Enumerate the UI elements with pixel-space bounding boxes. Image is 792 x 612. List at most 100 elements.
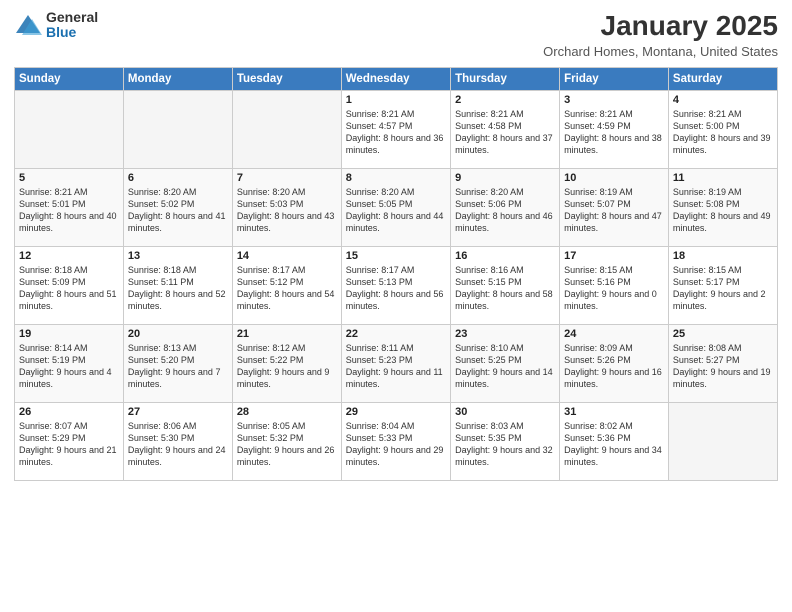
header-thursday: Thursday <box>451 68 560 91</box>
day-number: 28 <box>237 406 337 418</box>
header-sunday: Sunday <box>15 68 124 91</box>
calendar-day-cell: 29Sunrise: 8:04 AMSunset: 5:33 PMDayligh… <box>341 403 450 481</box>
day-info: Sunrise: 8:20 AMSunset: 5:05 PMDaylight:… <box>346 186 446 235</box>
calendar-page: General Blue January 2025 Orchard Homes,… <box>0 0 792 612</box>
day-info: Sunrise: 8:21 AMSunset: 5:01 PMDaylight:… <box>19 186 119 235</box>
day-number: 3 <box>564 94 664 106</box>
weekday-header-row: Sunday Monday Tuesday Wednesday Thursday… <box>15 68 778 91</box>
day-number: 23 <box>455 328 555 340</box>
day-number: 5 <box>19 172 119 184</box>
day-number: 14 <box>237 250 337 262</box>
header-tuesday: Tuesday <box>232 68 341 91</box>
calendar-day-cell: 10Sunrise: 8:19 AMSunset: 5:07 PMDayligh… <box>560 169 669 247</box>
day-info: Sunrise: 8:18 AMSunset: 5:09 PMDaylight:… <box>19 264 119 313</box>
calendar-day-cell <box>232 91 341 169</box>
day-number: 17 <box>564 250 664 262</box>
calendar-day-cell: 18 Sunrise: 8:15 AMSunset: 5:17 PMDayligh… <box>668 247 777 325</box>
day-number: 13 <box>128 250 228 262</box>
calendar-day-cell: 3Sunrise: 8:21 AMSunset: 4:59 PMDaylight… <box>560 91 669 169</box>
calendar-day-cell: 23 Sunrise: 8:10 AMSunset: 5:25 PMDayligh… <box>451 325 560 403</box>
day-number: 12 <box>19 250 119 262</box>
logo-blue-text: Blue <box>46 25 98 40</box>
day-number: 30 <box>455 406 555 418</box>
calendar-week-row-1: 1Sunrise: 8:21 AMSunset: 4:57 PMDaylight… <box>15 91 778 169</box>
day-info: Sunrise: 8:20 AMSunset: 5:06 PMDaylight:… <box>455 186 555 235</box>
day-number: 10 <box>564 172 664 184</box>
calendar-day-cell: 8 Sunrise: 8:20 AMSunset: 5:05 PMDaylight… <box>341 169 450 247</box>
day-number: 20 <box>128 328 228 340</box>
day-info: Sunrise: 8:21 AMSunset: 4:58 PMDaylight:… <box>455 108 555 157</box>
calendar-day-cell: 7 Sunrise: 8:20 AMSunset: 5:03 PMDaylight… <box>232 169 341 247</box>
day-info: Sunrise: 8:12 AMSunset: 5:22 PMDaylight:… <box>237 342 337 391</box>
day-number: 25 <box>673 328 773 340</box>
location-text: Orchard Homes, Montana, United States <box>543 44 778 59</box>
day-info: Sunrise: 8:20 AMSunset: 5:02 PMDaylight:… <box>128 186 228 235</box>
day-number: 7 <box>237 172 337 184</box>
header-monday: Monday <box>123 68 232 91</box>
day-number: 8 <box>346 172 446 184</box>
calendar-day-cell <box>15 91 124 169</box>
title-block: January 2025 Orchard Homes, Montana, Uni… <box>543 10 778 59</box>
calendar-day-cell: 22Sunrise: 8:11 AMSunset: 5:23 PMDayligh… <box>341 325 450 403</box>
calendar-day-cell: 13Sunrise: 8:18 AMSunset: 5:11 PMDayligh… <box>123 247 232 325</box>
calendar-day-cell: 2 Sunrise: 8:21 AMSunset: 4:58 PMDaylight… <box>451 91 560 169</box>
calendar-day-cell: 17 Sunrise: 8:15 AMSunset: 5:16 PMDayligh… <box>560 247 669 325</box>
day-info: Sunrise: 8:20 AMSunset: 5:03 PMDaylight:… <box>237 186 337 235</box>
calendar-day-cell: 27Sunrise: 8:06 AMSunset: 5:30 PMDayligh… <box>123 403 232 481</box>
day-info: Sunrise: 8:19 AMSunset: 5:08 PMDaylight:… <box>673 186 773 235</box>
day-number: 1 <box>346 94 446 106</box>
day-info: Sunrise: 8:04 AMSunset: 5:33 PMDaylight:… <box>346 420 446 469</box>
day-info: Sunrise: 8:08 AMSunset: 5:27 PMDaylight:… <box>673 342 773 391</box>
calendar-day-cell: 12 Sunrise: 8:18 AMSunset: 5:09 PMDayligh… <box>15 247 124 325</box>
day-info: Sunrise: 8:21 AMSunset: 5:00 PMDaylight:… <box>673 108 773 157</box>
day-info: Sunrise: 8:10 AMSunset: 5:25 PMDaylight:… <box>455 342 555 391</box>
header-wednesday: Wednesday <box>341 68 450 91</box>
day-info: Sunrise: 8:13 AMSunset: 5:20 PMDaylight:… <box>128 342 228 391</box>
day-info: Sunrise: 8:03 AMSunset: 5:35 PMDaylight:… <box>455 420 555 469</box>
calendar-week-row-5: 26Sunrise: 8:07 AMSunset: 5:29 PMDayligh… <box>15 403 778 481</box>
day-info: Sunrise: 8:07 AMSunset: 5:29 PMDaylight:… <box>19 420 119 469</box>
calendar-day-cell: 28 Sunrise: 8:05 AMSunset: 5:32 PMDayligh… <box>232 403 341 481</box>
day-number: 6 <box>128 172 228 184</box>
calendar-week-row-3: 12 Sunrise: 8:18 AMSunset: 5:09 PMDayligh… <box>15 247 778 325</box>
calendar-day-cell: 11 Sunrise: 8:19 AMSunset: 5:08 PMDayligh… <box>668 169 777 247</box>
calendar-day-cell: 30 Sunrise: 8:03 AMSunset: 5:35 PMDayligh… <box>451 403 560 481</box>
header-friday: Friday <box>560 68 669 91</box>
day-number: 16 <box>455 250 555 262</box>
header-saturday: Saturday <box>668 68 777 91</box>
day-number: 27 <box>128 406 228 418</box>
day-info: Sunrise: 8:16 AMSunset: 5:15 PMDaylight:… <box>455 264 555 313</box>
calendar-day-cell: 21Sunrise: 8:12 AMSunset: 5:22 PMDayligh… <box>232 325 341 403</box>
day-number: 18 <box>673 250 773 262</box>
calendar-day-cell: 16 Sunrise: 8:16 AMSunset: 5:15 PMDayligh… <box>451 247 560 325</box>
logo-general-text: General <box>46 10 98 25</box>
calendar-day-cell: 14Sunrise: 8:17 AMSunset: 5:12 PMDayligh… <box>232 247 341 325</box>
calendar-day-cell: 4 Sunrise: 8:21 AMSunset: 5:00 PMDaylight… <box>668 91 777 169</box>
page-header: General Blue January 2025 Orchard Homes,… <box>14 10 778 59</box>
month-title: January 2025 <box>543 10 778 42</box>
day-info: Sunrise: 8:17 AMSunset: 5:13 PMDaylight:… <box>346 264 446 313</box>
day-number: 22 <box>346 328 446 340</box>
calendar-day-cell: 9 Sunrise: 8:20 AMSunset: 5:06 PMDaylight… <box>451 169 560 247</box>
day-number: 9 <box>455 172 555 184</box>
calendar-day-cell <box>668 403 777 481</box>
day-number: 11 <box>673 172 773 184</box>
day-info: Sunrise: 8:05 AMSunset: 5:32 PMDaylight:… <box>237 420 337 469</box>
calendar-day-cell: 31Sunrise: 8:02 AMSunset: 5:36 PMDayligh… <box>560 403 669 481</box>
calendar-day-cell <box>123 91 232 169</box>
calendar-day-cell: 5 Sunrise: 8:21 AMSunset: 5:01 PMDaylight… <box>15 169 124 247</box>
logo: General Blue <box>14 10 98 41</box>
day-number: 4 <box>673 94 773 106</box>
day-number: 2 <box>455 94 555 106</box>
day-info: Sunrise: 8:15 AMSunset: 5:16 PMDaylight:… <box>564 264 664 313</box>
calendar-day-cell: 26Sunrise: 8:07 AMSunset: 5:29 PMDayligh… <box>15 403 124 481</box>
calendar-day-cell: 19Sunrise: 8:14 AMSunset: 5:19 PMDayligh… <box>15 325 124 403</box>
calendar-table: Sunday Monday Tuesday Wednesday Thursday… <box>14 67 778 481</box>
calendar-week-row-2: 5 Sunrise: 8:21 AMSunset: 5:01 PMDaylight… <box>15 169 778 247</box>
calendar-day-cell: 15Sunrise: 8:17 AMSunset: 5:13 PMDayligh… <box>341 247 450 325</box>
calendar-day-cell: 1Sunrise: 8:21 AMSunset: 4:57 PMDaylight… <box>341 91 450 169</box>
day-info: Sunrise: 8:14 AMSunset: 5:19 PMDaylight:… <box>19 342 119 391</box>
day-info: Sunrise: 8:02 AMSunset: 5:36 PMDaylight:… <box>564 420 664 469</box>
day-info: Sunrise: 8:15 AMSunset: 5:17 PMDaylight:… <box>673 264 773 313</box>
calendar-day-cell: 6 Sunrise: 8:20 AMSunset: 5:02 PMDaylight… <box>123 169 232 247</box>
